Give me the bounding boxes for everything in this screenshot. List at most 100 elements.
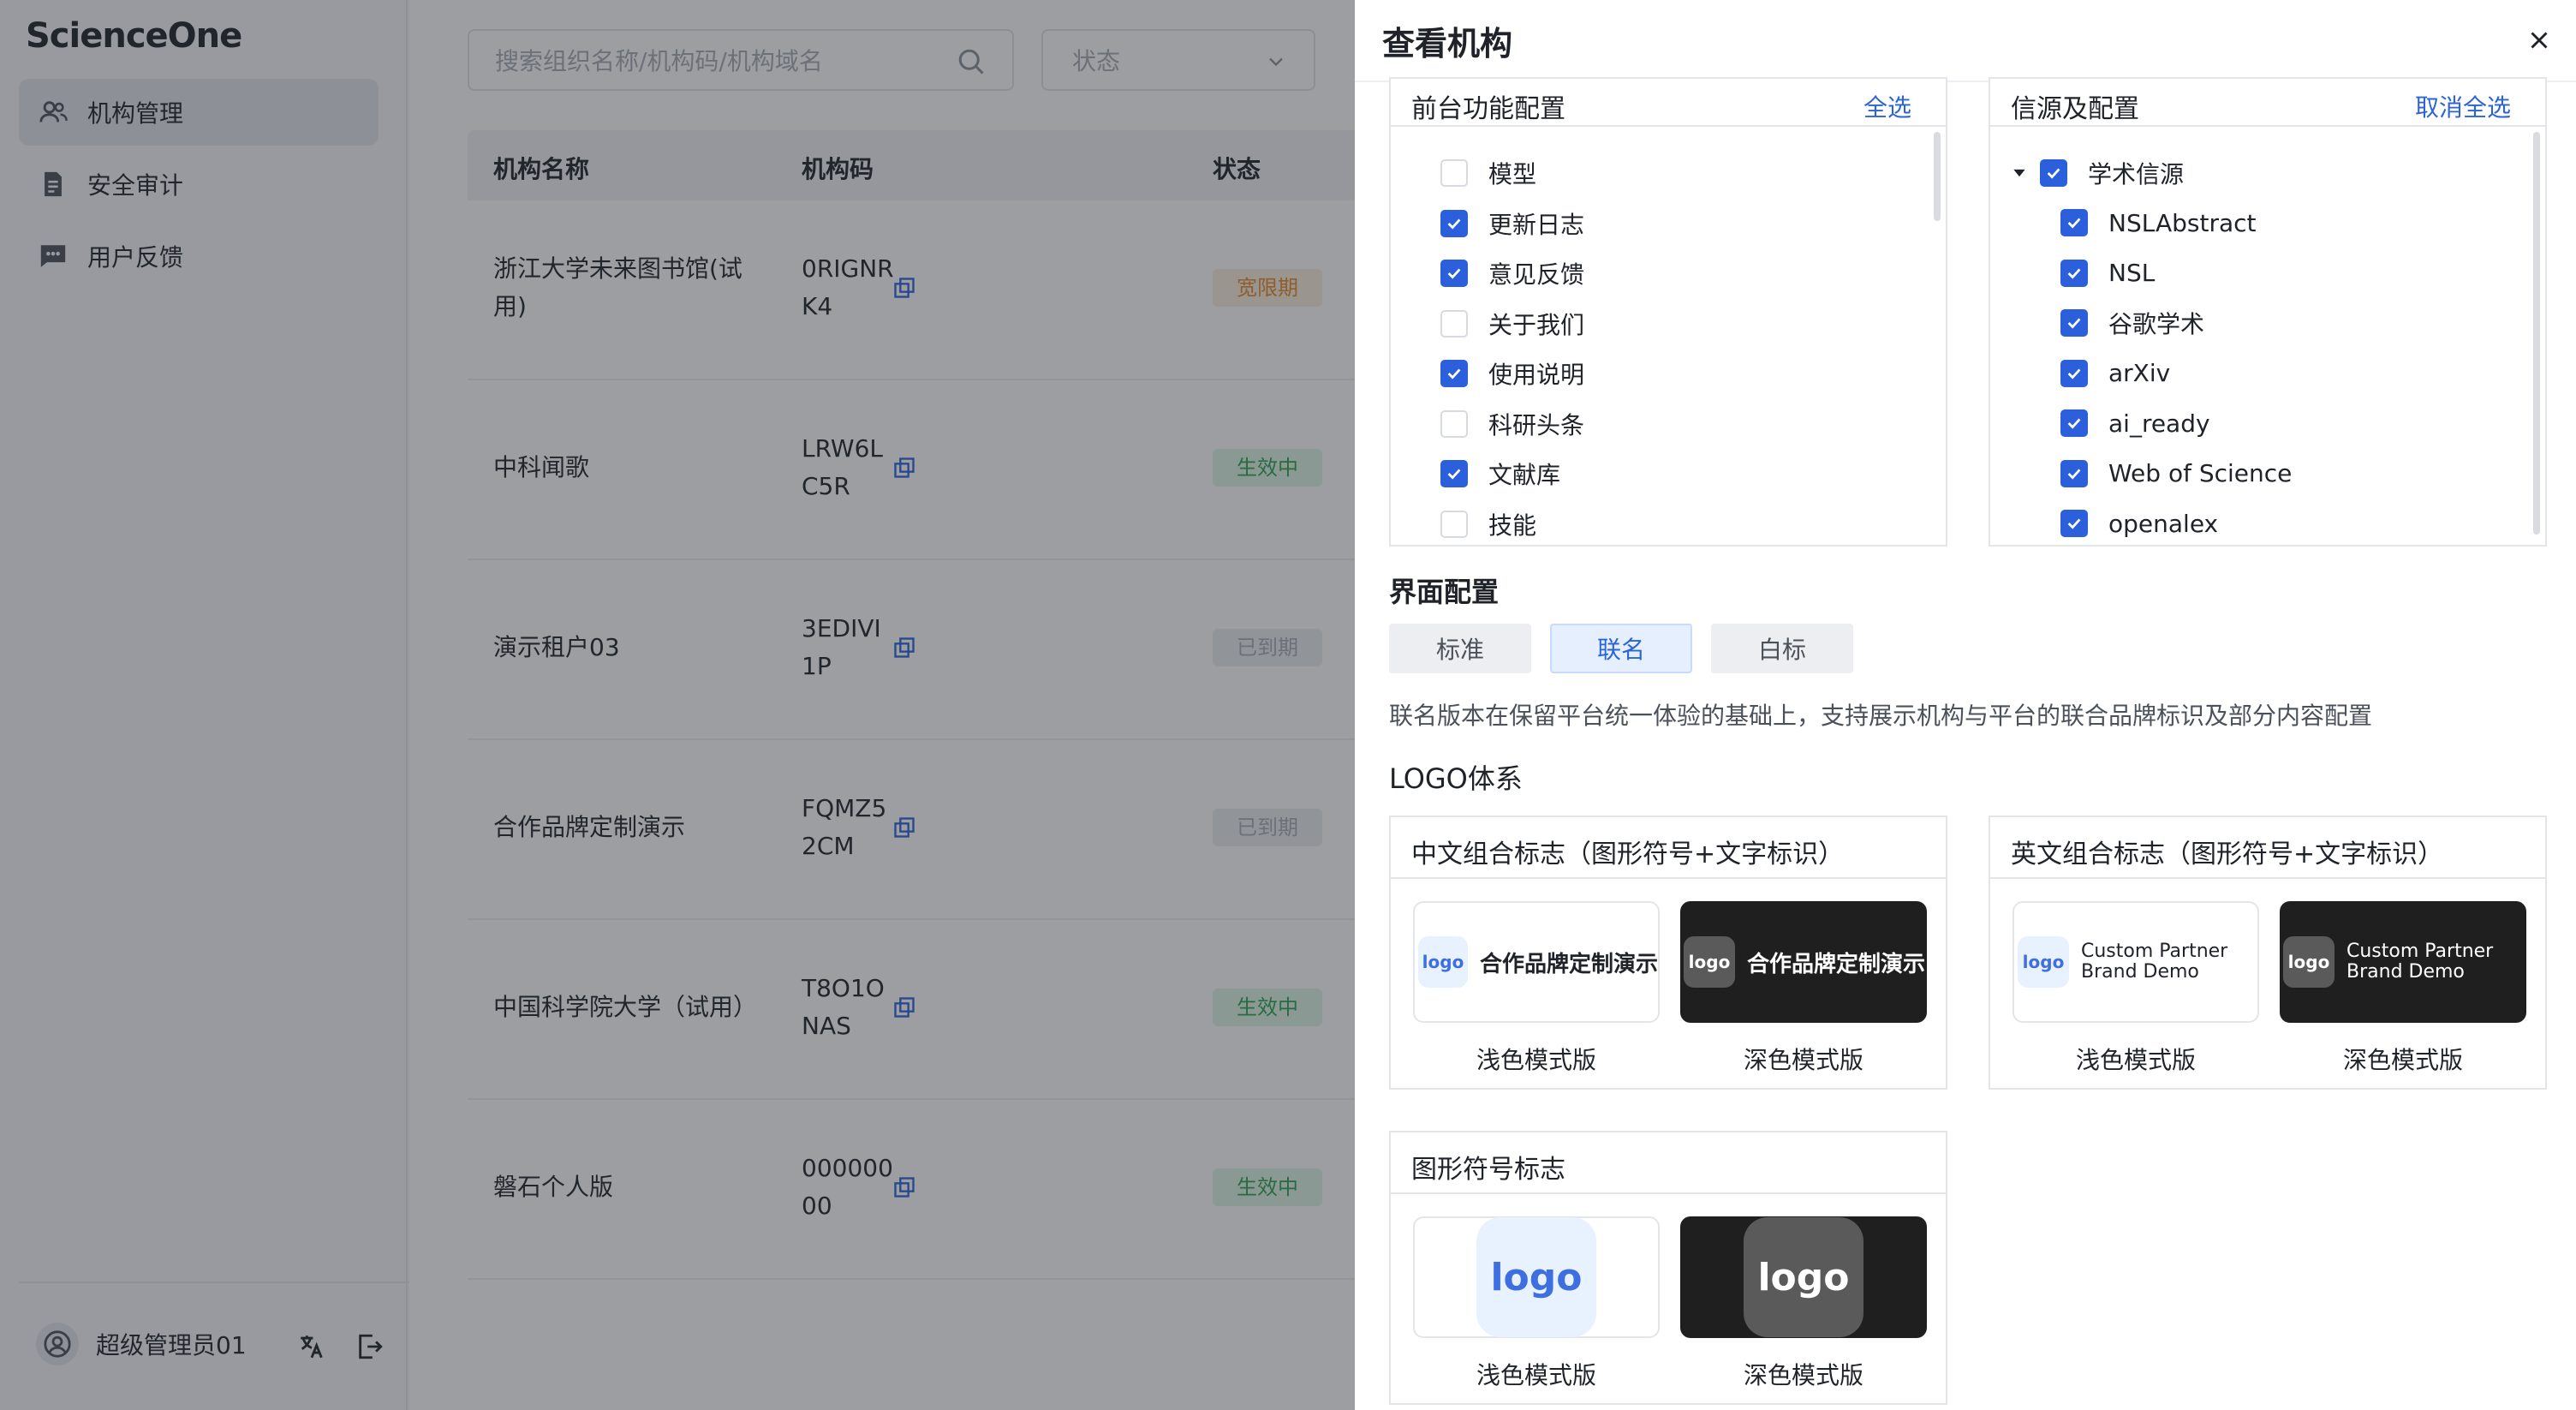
checkbox-option[interactable]: Web of Science xyxy=(2060,455,2292,493)
checkbox[interactable] xyxy=(1440,159,1468,187)
logo-mark: logo xyxy=(2018,936,2069,988)
checkbox-option[interactable]: ai_ready xyxy=(2060,404,2210,442)
symbol-logo-light-preview: logo xyxy=(1413,1216,1660,1338)
drawer-title: 查看机构 xyxy=(1382,25,1513,63)
close-icon[interactable] xyxy=(2525,26,2554,55)
light-caption: 浅色模式版 xyxy=(1476,1046,1596,1074)
cn-combo-logo-panel: 中文组合标志（图形符号+文字标识） logo 合作品牌定制演示 logo 合作品… xyxy=(1389,816,1947,1090)
brand-line-2: Brand Demo xyxy=(2346,961,2465,983)
checkbox-label: 使用说明 xyxy=(1488,361,1585,389)
checkbox[interactable] xyxy=(2060,209,2088,236)
checkbox-option[interactable]: NSLAbstract xyxy=(2060,204,2257,242)
checkbox[interactable] xyxy=(1440,409,1468,438)
checkbox-label: 意见反馈 xyxy=(1488,260,1585,289)
checkbox-label: arXiv xyxy=(2108,359,2171,387)
checkbox-label: 技能 xyxy=(1488,511,1537,540)
panel-header: 图形符号标志 xyxy=(1391,1132,1946,1194)
checkbox-option[interactable]: NSL xyxy=(2060,254,2155,292)
checkbox-option[interactable]: 模型 xyxy=(1440,154,1536,192)
caret-down-icon[interactable] xyxy=(2011,164,2028,182)
panel-header: 信源及配置 取消全选 xyxy=(1990,79,2545,127)
logo-mark: logo xyxy=(1684,936,1735,988)
logo-mark: logo xyxy=(2283,936,2334,988)
panel-title: 前台功能配置 xyxy=(1411,94,1565,124)
logo-mark: logo xyxy=(1418,936,1468,988)
deselect-all-link[interactable]: 取消全选 xyxy=(2415,89,2511,123)
brand-name: 合作品牌定制演示 xyxy=(1479,951,1658,977)
panel-title: 图形符号标志 xyxy=(1411,1155,1565,1185)
checkbox-label: openalex xyxy=(2108,509,2219,538)
dark-caption: 深色模式版 xyxy=(1743,1361,1863,1389)
checkbox[interactable] xyxy=(2040,159,2067,187)
panel-title: 英文组合标志（图形符号+文字标识） xyxy=(2011,839,2444,869)
ui-mode-standard[interactable]: 标准 xyxy=(1389,624,1531,673)
logo-system-title: LOGO体系 xyxy=(1389,762,1523,795)
modal-overlay[interactable] xyxy=(0,0,1355,1410)
source-config-panel: 信源及配置 取消全选 学术信源 NSLAbstract NSL 谷歌学术 arXiv a… xyxy=(1989,77,2547,547)
panel-header: 中文组合标志（图形符号+文字标识） xyxy=(1391,817,1946,879)
drawer-header: 查看机构 xyxy=(1355,0,2576,82)
checkbox[interactable] xyxy=(2060,359,2088,387)
light-caption: 浅色模式版 xyxy=(2075,1046,2196,1074)
logo-mark: logo xyxy=(1744,1217,1863,1337)
checkbox-option[interactable]: 更新日志 xyxy=(1440,205,1584,242)
dark-caption: 深色模式版 xyxy=(1743,1046,1863,1074)
checkbox-option[interactable]: 意见反馈 xyxy=(1440,254,1584,292)
scrollbar[interactable] xyxy=(1934,132,1941,221)
brand-line-2: Brand Demo xyxy=(2081,961,2199,983)
panel-header: 英文组合标志（图形符号+文字标识） xyxy=(1990,817,2545,879)
brand-line-1: Custom Partner xyxy=(2346,941,2494,962)
ui-config-title: 界面配置 xyxy=(1389,576,1500,608)
checkbox-option[interactable]: 使用说明 xyxy=(1440,355,1584,392)
checkbox-option[interactable]: arXiv xyxy=(2060,355,2170,392)
checkbox[interactable] xyxy=(2060,309,2088,337)
checkbox[interactable] xyxy=(2060,459,2088,487)
en-logo-dark-preview: logo Custom Partner Brand Demo xyxy=(2280,901,2526,1023)
scrollbar[interactable] xyxy=(2533,132,2540,535)
source-group-academic[interactable]: 学术信源 xyxy=(2011,154,2184,192)
checkbox[interactable] xyxy=(1440,309,1468,338)
checkbox-label: 更新日志 xyxy=(1488,210,1585,239)
checkbox-label: ai_ready xyxy=(2108,409,2210,438)
brand-line-1: Custom Partner xyxy=(2081,941,2228,962)
light-caption: 浅色模式版 xyxy=(1476,1361,1596,1389)
checkbox[interactable] xyxy=(1440,460,1468,487)
checkbox-option[interactable]: 科研头条 xyxy=(1440,405,1584,443)
panel-header: 前台功能配置 全选 xyxy=(1391,79,1946,127)
checkbox[interactable] xyxy=(1440,209,1468,237)
checkbox-option[interactable]: 关于我们 xyxy=(1440,305,1584,343)
checkbox[interactable] xyxy=(2060,510,2088,537)
checkbox-label: 模型 xyxy=(1488,160,1537,188)
dark-caption: 深色模式版 xyxy=(2342,1046,2463,1074)
checkbox-label: 文献库 xyxy=(1488,461,1561,489)
symbol-logo-panel: 图形符号标志 logo logo 浅色模式版 深色模式版 xyxy=(1389,1131,1947,1405)
checkbox[interactable] xyxy=(1440,360,1468,387)
checkbox[interactable] xyxy=(1440,260,1468,287)
checkbox-label: 科研头条 xyxy=(1488,410,1585,439)
checkbox[interactable] xyxy=(1440,510,1468,538)
frontend-config-panel: 前台功能配置 全选 模型更新日志意见反馈关于我们使用说明科研头条文献库技能 xyxy=(1389,77,1947,547)
view-org-drawer: 查看机构 前台功能配置 全选 模型更新日志意见反馈关于我们使用说明科研头条文献库… xyxy=(1355,0,2576,1410)
checkbox[interactable] xyxy=(2060,259,2088,287)
checkbox-option[interactable]: 文献库 xyxy=(1440,455,1560,493)
cn-logo-light-preview: logo 合作品牌定制演示 xyxy=(1413,901,1660,1023)
checkbox-label: 关于我们 xyxy=(1488,310,1585,339)
checkbox-label: Web of Science xyxy=(2108,459,2293,487)
checkbox-option[interactable]: 技能 xyxy=(1440,505,1536,543)
panel-title: 中文组合标志（图形符号+文字标识） xyxy=(1411,839,1845,869)
checkbox-label: 谷歌学术 xyxy=(2108,310,2205,338)
checkbox-option[interactable]: openalex xyxy=(2060,505,2218,542)
panel-title: 信源及配置 xyxy=(2011,94,2139,124)
ui-mode-description: 联名版本在保留平台统一体验的基础上，支持展示机构与平台的联合品牌标识及部分内容配… xyxy=(1389,702,2373,730)
logo-mark: logo xyxy=(1476,1217,1596,1337)
brand-name: 合作品牌定制演示 xyxy=(1747,951,1926,977)
select-all-link[interactable]: 全选 xyxy=(1863,89,1911,123)
checkbox-label: NSLAbstract xyxy=(2108,208,2257,237)
ui-mode-cobrand[interactable]: 联名 xyxy=(1550,624,1692,673)
cn-logo-dark-preview: logo 合作品牌定制演示 xyxy=(1680,901,1927,1023)
en-combo-logo-panel: 英文组合标志（图形符号+文字标识） logo Custom Partner Br… xyxy=(1989,816,2547,1090)
checkbox[interactable] xyxy=(2060,409,2088,437)
en-logo-light-preview: logo Custom Partner Brand Demo xyxy=(2012,901,2259,1023)
checkbox-option[interactable]: 谷歌学术 xyxy=(2060,304,2204,342)
ui-mode-whitelabel[interactable]: 白标 xyxy=(1711,624,1853,673)
